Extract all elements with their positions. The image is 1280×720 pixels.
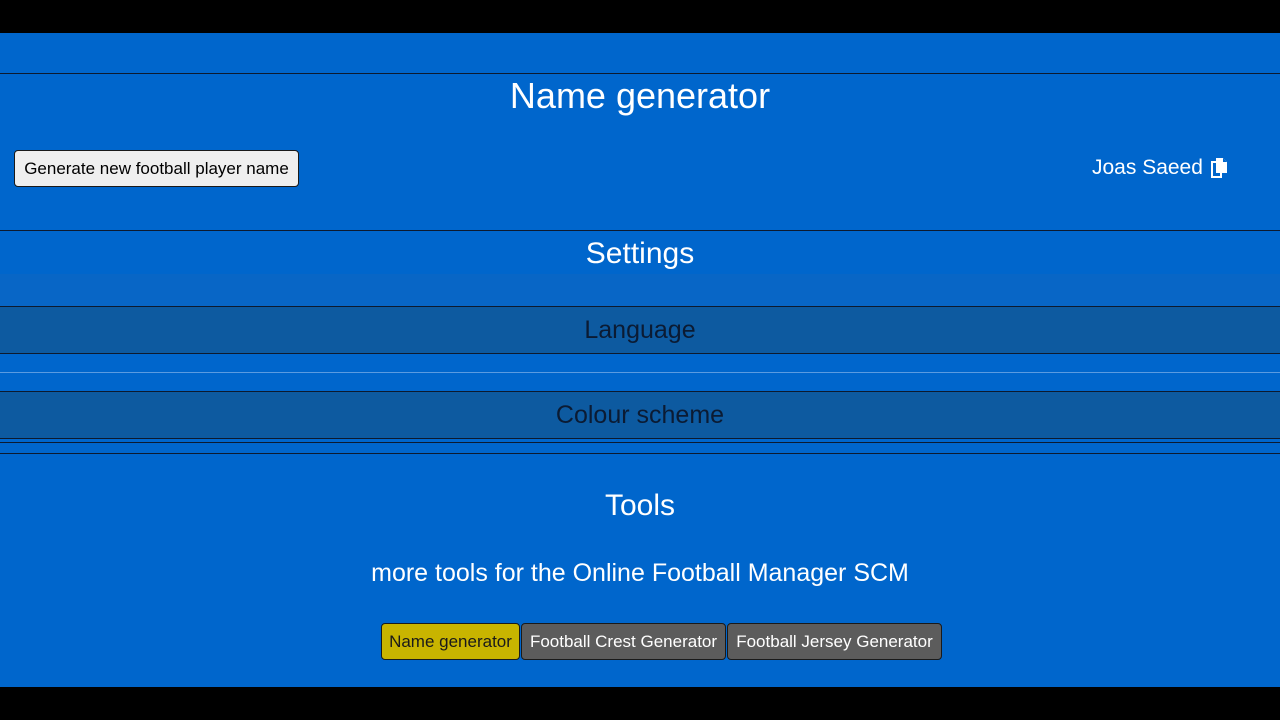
tool-name-generator-button[interactable]: Name generator xyxy=(381,623,520,660)
accordion-colour-scheme[interactable]: Colour scheme xyxy=(0,391,1280,439)
page: Name generator Generate new football pla… xyxy=(0,33,1280,687)
divider xyxy=(0,230,1280,231)
tools-title: Tools xyxy=(604,489,676,522)
divider xyxy=(0,453,1280,454)
tools-subtitle: more tools for the Online Football Manag… xyxy=(371,559,909,587)
settings-title: Settings xyxy=(585,237,695,270)
divider xyxy=(0,442,1280,443)
tool-jersey-generator-button[interactable]: Football Jersey Generator xyxy=(727,623,942,660)
tool-crest-generator-button[interactable]: Football Crest Generator xyxy=(521,623,726,660)
settings-band xyxy=(0,274,1280,307)
generate-name-button[interactable]: Generate new football player name xyxy=(14,150,299,187)
name-generator-title: Name generator xyxy=(509,75,771,116)
accordion-language[interactable]: Language xyxy=(0,306,1280,354)
copy-icon[interactable] xyxy=(1209,157,1229,179)
generated-name-output: Joas Saeed xyxy=(1092,153,1229,183)
generated-name-text: Joas Saeed xyxy=(1092,156,1203,179)
divider xyxy=(0,372,1280,373)
tools-nav: Name generator Football Crest Generator … xyxy=(381,623,942,660)
